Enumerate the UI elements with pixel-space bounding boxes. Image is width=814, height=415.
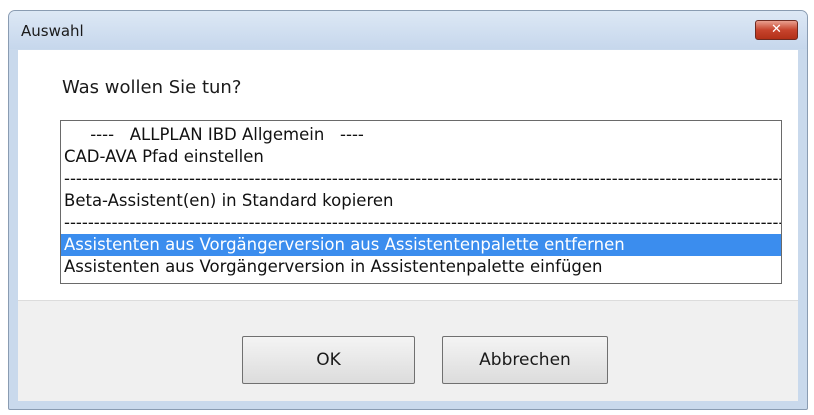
list-item-remove-assistants[interactable]: Assistenten aus Vorgängerversion aus Ass…	[61, 234, 781, 256]
ok-button[interactable]: OK	[242, 336, 415, 384]
list-item-beta-assistant[interactable]: Beta-Assistent(en) in Standard kopieren	[61, 190, 781, 212]
title-bar[interactable]: Auswahl ✕	[9, 11, 807, 49]
window-title: Auswahl	[21, 22, 84, 40]
button-bar: OK Abbrechen	[18, 300, 798, 401]
close-icon: ✕	[771, 22, 782, 37]
cancel-button[interactable]: Abbrechen	[442, 336, 608, 384]
list-item-separator[interactable]: ----------------------------------------…	[61, 168, 781, 190]
dialog-window: Auswahl ✕ Was wollen Sie tun? ---- ALLPL…	[8, 10, 808, 410]
list-item-insert-assistants[interactable]: Assistenten aus Vorgängerversion in Assi…	[61, 256, 781, 278]
list-item-header[interactable]: ---- ALLPLAN IBD Allgemein ----	[61, 124, 781, 146]
prompt-label: Was wollen Sie tun?	[62, 77, 242, 98]
dialog-body: Was wollen Sie tun? ---- ALLPLAN IBD All…	[18, 50, 798, 401]
action-listbox[interactable]: ---- ALLPLAN IBD Allgemein ---- CAD-AVA …	[60, 120, 782, 284]
list-item-separator[interactable]: ----------------------------------------…	[61, 212, 781, 234]
list-item-cad-ava-path[interactable]: CAD-AVA Pfad einstellen	[61, 146, 781, 168]
close-button[interactable]: ✕	[755, 20, 798, 40]
